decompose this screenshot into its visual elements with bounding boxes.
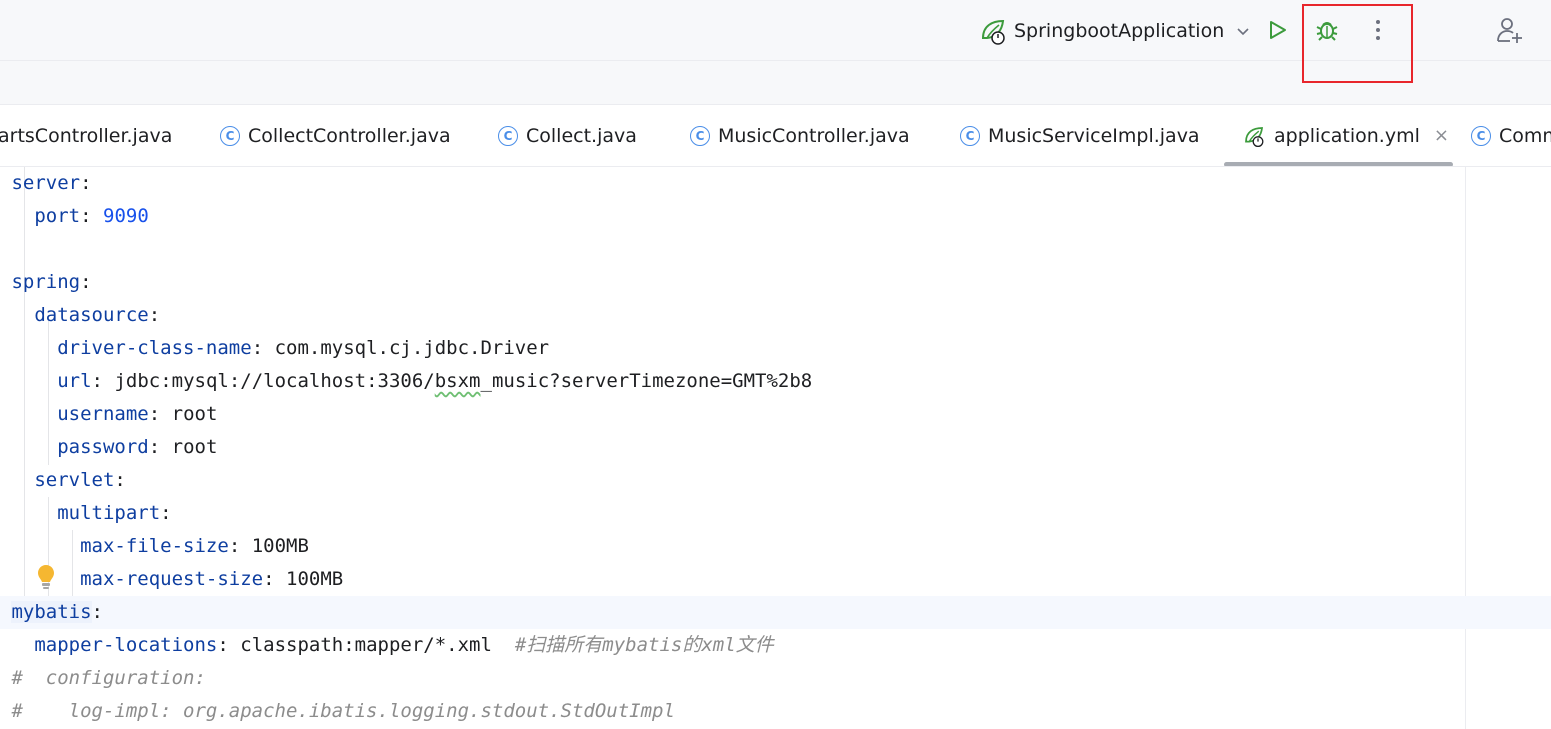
code-line: servlet:: [34, 469, 126, 491]
class-icon: C: [1471, 125, 1491, 146]
add-user-icon: [1497, 18, 1522, 43]
code-line: port: 9090: [34, 205, 149, 227]
close-icon[interactable]: ×: [1434, 125, 1449, 146]
code-line: mapper-locations: classpath:mapper/*.xml…: [34, 634, 774, 656]
code-line: datasource:: [34, 304, 161, 326]
tab-music-service-impl[interactable]: C MusicServiceImpl.java: [960, 105, 1200, 166]
tab-label: MusicController.java: [718, 124, 910, 147]
editor-tabs: artsController.java C CollectController.…: [0, 105, 1551, 167]
code-line: spring:: [11, 271, 92, 293]
code-line: max-request-size: 100MB: [80, 568, 344, 590]
code-line: server:: [11, 172, 92, 194]
run-configuration-label: SpringbootApplication: [1014, 20, 1225, 42]
tab-label: application.yml: [1274, 124, 1420, 147]
tab-label: Comm: [1499, 124, 1551, 147]
run-button[interactable]: [1261, 14, 1293, 46]
spellcheck-underline: bsxm: [434, 370, 481, 392]
spring-boot-icon: [1245, 126, 1264, 147]
play-icon: [1270, 21, 1286, 39]
spring-boot-icon: [981, 19, 1005, 45]
tab-label: MusicServiceImpl.java: [988, 124, 1200, 147]
chevron-down-icon: [1237, 28, 1249, 36]
class-icon: C: [960, 125, 980, 146]
code-line: username: root: [57, 403, 218, 425]
tab-label: CollectController.java: [248, 124, 451, 147]
code-line: url: jdbc:mysql://localhost:3306/bsxm_mu…: [57, 370, 813, 392]
annotation-highlight-box: [1302, 4, 1413, 83]
tab-collect-controller[interactable]: C CollectController.java: [220, 105, 451, 166]
class-icon: C: [690, 125, 710, 146]
code-line-current: mybatis:: [0, 596, 1551, 629]
code-line: max-file-size: 100MB: [80, 535, 309, 557]
code-line: # configuration:: [11, 667, 206, 689]
tab-comm[interactable]: C Comm: [1471, 105, 1551, 166]
code-line: driver-class-name: com.mysql.cj.jdbc.Dri…: [57, 337, 550, 359]
tab-label: Collect.java: [526, 124, 637, 147]
tab-application-yml[interactable]: application.yml ×: [1242, 105, 1449, 166]
tab-charts-controller[interactable]: artsController.java: [0, 105, 172, 166]
lightbulb-icon[interactable]: [36, 563, 56, 591]
code-line: multipart:: [57, 502, 172, 524]
run-configuration-selector[interactable]: SpringbootApplication: [978, 16, 1252, 46]
tab-label: artsController.java: [0, 124, 173, 147]
tab-music-controller[interactable]: C MusicController.java: [690, 105, 910, 166]
code-line: password: root: [57, 436, 218, 458]
tab-collect[interactable]: C Collect.java: [498, 105, 637, 166]
add-user-button[interactable]: [1494, 14, 1526, 46]
code-line: # log-impl: org.apache.ibatis.logging.st…: [11, 700, 675, 722]
class-icon: C: [498, 125, 518, 146]
class-icon: C: [220, 125, 240, 146]
